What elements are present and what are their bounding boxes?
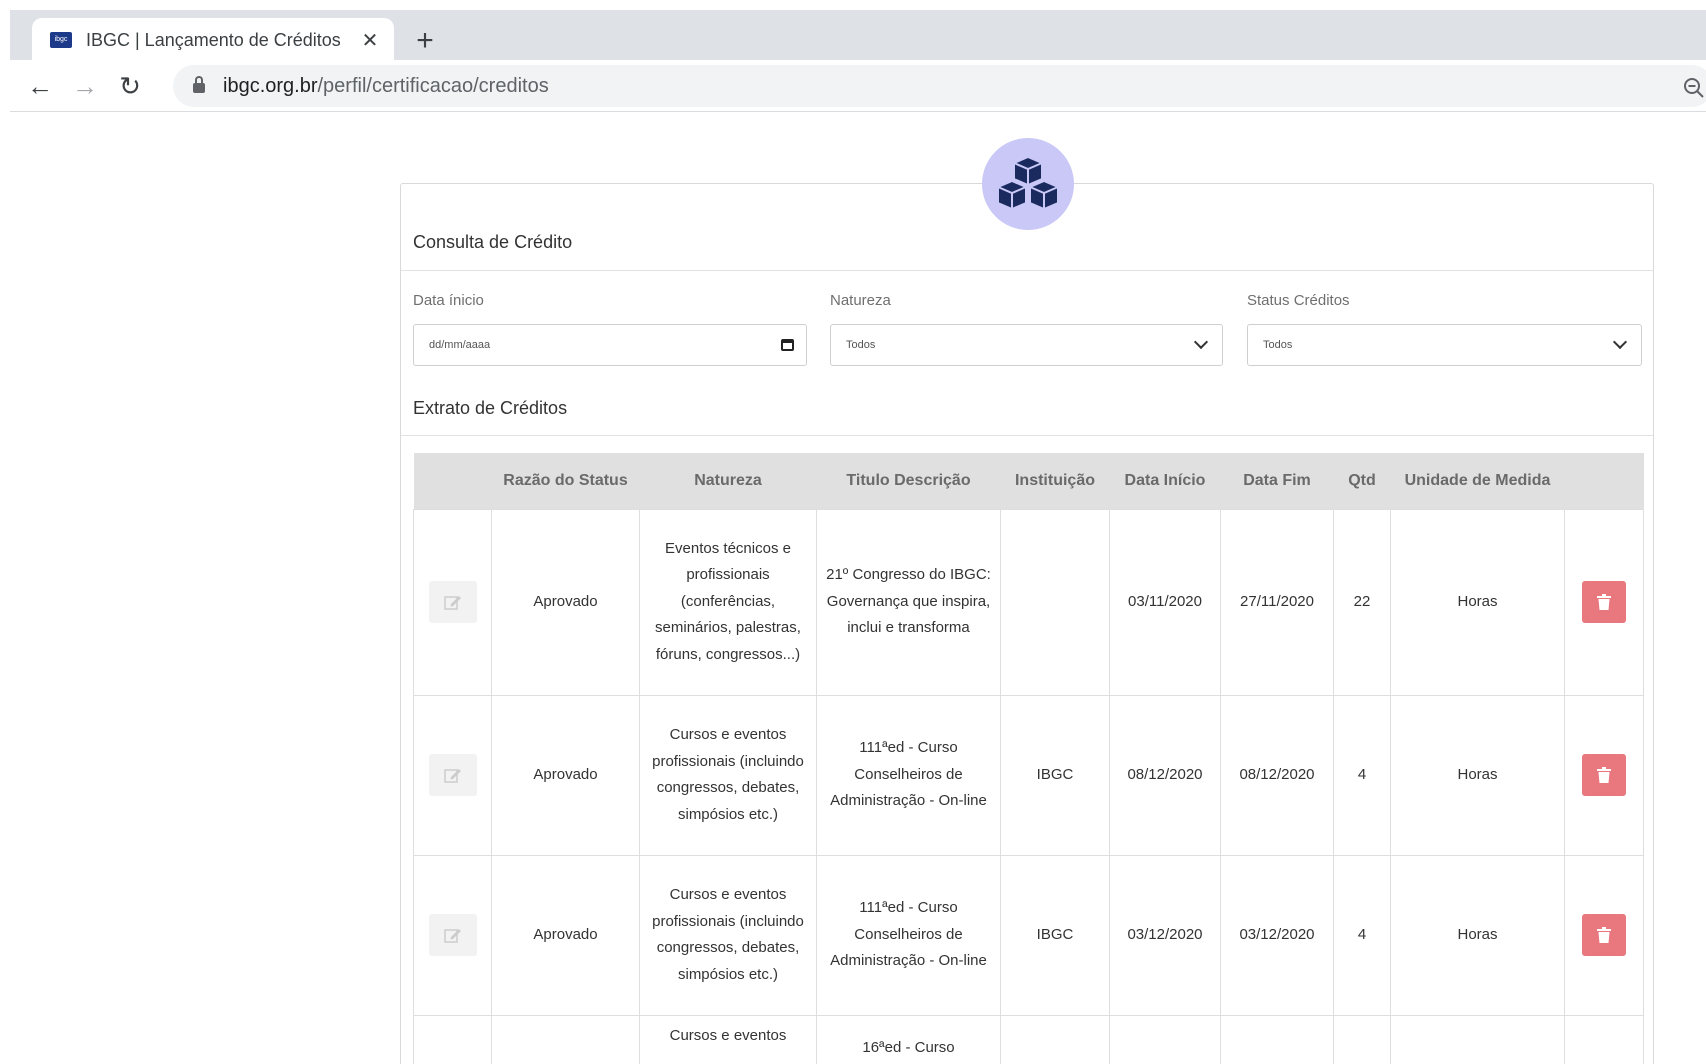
edit-icon bbox=[443, 769, 461, 783]
close-tab-icon[interactable]: ✕ bbox=[358, 28, 382, 53]
column-header[interactable]: Titulo Descrição bbox=[816, 453, 1001, 509]
razao-status-cell: Aprovado bbox=[491, 854, 640, 1016]
status-label: Status Créditos bbox=[1247, 292, 1350, 309]
edit-button[interactable] bbox=[428, 754, 477, 796]
data-fim-cell: 08/12/2020 bbox=[1220, 694, 1334, 856]
credits-card: Consulta de Crédito Data ínicio dd/mm/aa… bbox=[400, 183, 1654, 1064]
browser-tabstrip: ibgc IBGC | Lançamento de Créditos ✕ + bbox=[10, 10, 1706, 62]
data-inicio-cell bbox=[1109, 1014, 1221, 1064]
edit-button[interactable] bbox=[428, 914, 477, 956]
unidade-cell: Horas bbox=[1390, 694, 1565, 856]
titulo-cell: 16ªed - Curso bbox=[816, 1014, 1001, 1064]
razao-status-cell: Aprovado bbox=[491, 694, 640, 856]
data-inicio-cell: 03/11/2020 bbox=[1109, 508, 1221, 696]
reload-icon[interactable]: ↻ bbox=[112, 68, 148, 104]
data-inicio-input[interactable]: dd/mm/aaaa bbox=[413, 324, 807, 366]
natureza-cell: Cursos e eventos bbox=[639, 1014, 817, 1064]
status-value: Todos bbox=[1263, 339, 1293, 351]
qtd-cell: 22 bbox=[1333, 508, 1391, 696]
calendar-icon[interactable] bbox=[781, 339, 794, 351]
instituicao-cell: IBGC bbox=[1000, 694, 1110, 856]
address-bar[interactable]: ibgc.org.br/perfil/certificacao/creditos bbox=[173, 65, 1706, 107]
natureza-cell: Eventos técnicos e profissionais (confer… bbox=[639, 508, 817, 696]
column-header[interactable]: Data Fim bbox=[1220, 453, 1334, 509]
new-tab-button[interactable]: + bbox=[405, 22, 445, 62]
qtd-cell bbox=[1333, 1014, 1391, 1064]
data-inicio-label: Data ínicio bbox=[413, 292, 484, 309]
status-select[interactable]: Todos bbox=[1247, 324, 1642, 366]
table-row: Aprovado Eventos técnicos e profissionai… bbox=[413, 508, 1644, 696]
data-fim-cell bbox=[1220, 1014, 1334, 1064]
credits-table: Razão do Status Natureza Titulo Descriçã… bbox=[413, 453, 1644, 1064]
data-inicio-placeholder: dd/mm/aaaa bbox=[429, 339, 491, 351]
natureza-value: Todos bbox=[846, 339, 876, 351]
razao-status-cell: Aprovado bbox=[491, 508, 640, 696]
razao-status-cell bbox=[491, 1014, 640, 1064]
unidade-cell: Horas bbox=[1390, 854, 1565, 1016]
table-row: Cursos e eventos 16ªed - Curso bbox=[413, 1014, 1644, 1064]
trash-icon bbox=[1597, 927, 1611, 943]
column-header[interactable]: Razão do Status bbox=[491, 453, 640, 509]
unidade-cell bbox=[1390, 1014, 1565, 1064]
trash-icon bbox=[1597, 594, 1611, 610]
data-inicio-cell: 08/12/2020 bbox=[1109, 694, 1221, 856]
chevron-down-icon bbox=[1612, 334, 1628, 350]
natureza-cell: Cursos e eventos profissionais (incluind… bbox=[639, 854, 817, 1016]
data-inicio-cell: 03/12/2020 bbox=[1109, 854, 1221, 1016]
column-header[interactable]: Unidade de Medida bbox=[1390, 453, 1565, 509]
unidade-cell: Horas bbox=[1390, 508, 1565, 696]
table-row: Aprovado Cursos e eventos profissionais … bbox=[413, 694, 1644, 856]
qtd-cell: 4 bbox=[1333, 694, 1391, 856]
natureza-label: Natureza bbox=[830, 292, 891, 309]
titulo-cell: 21º Congresso do IBGC: Governança que in… bbox=[816, 508, 1001, 696]
browser-tab[interactable]: ibgc IBGC | Lançamento de Créditos ✕ bbox=[32, 18, 394, 62]
table-header-row: Razão do Status Natureza Titulo Descriçã… bbox=[413, 453, 1644, 509]
delete-button[interactable] bbox=[1582, 581, 1626, 623]
edit-icon bbox=[443, 929, 461, 943]
tab-title: IBGC | Lançamento de Créditos bbox=[86, 29, 341, 50]
column-header bbox=[413, 453, 492, 509]
delete-button[interactable] bbox=[1582, 754, 1626, 796]
data-fim-cell: 27/11/2020 bbox=[1220, 508, 1334, 696]
natureza-select[interactable]: Todos bbox=[830, 324, 1223, 366]
credits-badge bbox=[982, 138, 1074, 230]
instituicao-cell bbox=[1000, 1014, 1110, 1064]
column-header[interactable]: Qtd bbox=[1333, 453, 1391, 509]
cubes-icon bbox=[997, 156, 1059, 210]
column-header[interactable]: Instituição bbox=[1000, 453, 1110, 509]
divider bbox=[401, 435, 1653, 436]
instituicao-cell: IBGC bbox=[1000, 854, 1110, 1016]
divider bbox=[401, 270, 1653, 271]
data-fim-cell: 03/12/2020 bbox=[1220, 854, 1334, 1016]
lock-icon bbox=[193, 76, 205, 93]
site-favicon: ibgc bbox=[50, 32, 72, 48]
titulo-cell: 111ªed - Curso Conselheiros de Administr… bbox=[816, 694, 1001, 856]
forward-arrow-icon[interactable]: → bbox=[67, 68, 103, 104]
extrato-title: Extrato de Créditos bbox=[413, 398, 568, 418]
delete-button[interactable] bbox=[1582, 914, 1626, 956]
edit-icon bbox=[443, 596, 461, 610]
chevron-down-icon bbox=[1193, 334, 1209, 350]
back-arrow-icon[interactable]: ← bbox=[22, 68, 58, 104]
browser-toolbar: ← → ↻ ibgc.org.br/perfil/certificacao/cr… bbox=[10, 60, 1706, 112]
column-header[interactable]: Data Início bbox=[1109, 453, 1221, 509]
consulta-title: Consulta de Crédito bbox=[413, 232, 573, 252]
trash-icon bbox=[1597, 767, 1611, 783]
qtd-cell: 4 bbox=[1333, 854, 1391, 1016]
url-text: ibgc.org.br/perfil/certificacao/creditos bbox=[223, 74, 549, 97]
edit-button[interactable] bbox=[428, 581, 477, 623]
column-header bbox=[1564, 453, 1644, 509]
column-header[interactable]: Natureza bbox=[639, 453, 817, 509]
zoom-icon[interactable] bbox=[1683, 77, 1705, 99]
titulo-cell: 111ªed - Curso Conselheiros de Administr… bbox=[816, 854, 1001, 1016]
natureza-cell: Cursos e eventos profissionais (incluind… bbox=[639, 694, 817, 856]
table-row: Aprovado Cursos e eventos profissionais … bbox=[413, 854, 1644, 1016]
instituicao-cell bbox=[1000, 508, 1110, 696]
